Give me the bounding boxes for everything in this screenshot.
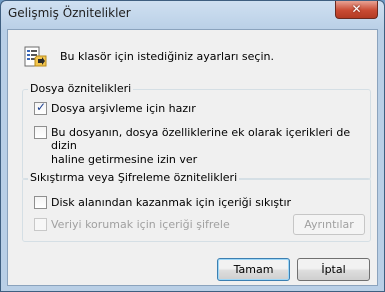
index-checkbox-row[interactable]: Bu dosyanın, dosya özelliklerine ek olar… [34, 126, 370, 166]
encrypt-label: Veriyi korumak için içeriği şifrele [51, 218, 230, 231]
index-checkbox[interactable] [34, 126, 47, 139]
cancel-button[interactable]: İptal [297, 258, 370, 281]
window-title: Gelişmiş Öznitelikler [8, 6, 131, 20]
details-button[interactable]: Ayrıntılar [293, 214, 365, 235]
archive-checkbox-row[interactable]: Dosya arşivleme için hazır [34, 100, 196, 115]
folder-settings-icon [24, 46, 47, 67]
intro-text: Bu klasör için istediğiniz ayarları seçi… [60, 50, 274, 63]
index-label: Bu dosyanın, dosya özelliklerine ek olar… [51, 126, 370, 166]
close-button[interactable]: ✕ [335, 1, 378, 19]
encrypt-checkbox[interactable] [34, 218, 47, 231]
compress-encrypt-group: Sıkıştırma veya Şifreleme öznitelikleri … [22, 171, 371, 242]
archive-checkbox[interactable] [34, 100, 47, 115]
index-label-line1: Bu dosyanın, dosya özelliklerine ek olar… [51, 126, 351, 152]
group-title-file-attributes: Dosya öznitelikleri [28, 82, 134, 95]
title-bar: Gelişmiş Öznitelikler ✕ [1, 1, 384, 27]
compress-checkbox-row[interactable]: Disk alanından kazanmak için içeriği sık… [34, 196, 291, 209]
dialog-window: Gelişmiş Öznitelikler ✕ Bu klasör için i… [0, 0, 385, 292]
group-title-compress: Sıkıştırma veya Şifreleme öznitelikleri [28, 171, 240, 184]
file-attributes-group: Dosya öznitelikleri Dosya arşivleme için… [22, 82, 371, 180]
compress-checkbox[interactable] [34, 196, 47, 209]
archive-label: Dosya arşivleme için hazır [51, 102, 196, 115]
ok-button[interactable]: Tamam [217, 258, 290, 281]
dialog-content: Bu klasör için istediğiniz ayarları seçi… [7, 29, 378, 286]
index-label-line2: haline getirmesine izin ver [51, 153, 198, 166]
compress-label: Disk alanından kazanmak için içeriği sık… [51, 196, 292, 209]
encrypt-checkbox-row[interactable]: Veriyi korumak için içeriği şifrele [34, 218, 230, 231]
